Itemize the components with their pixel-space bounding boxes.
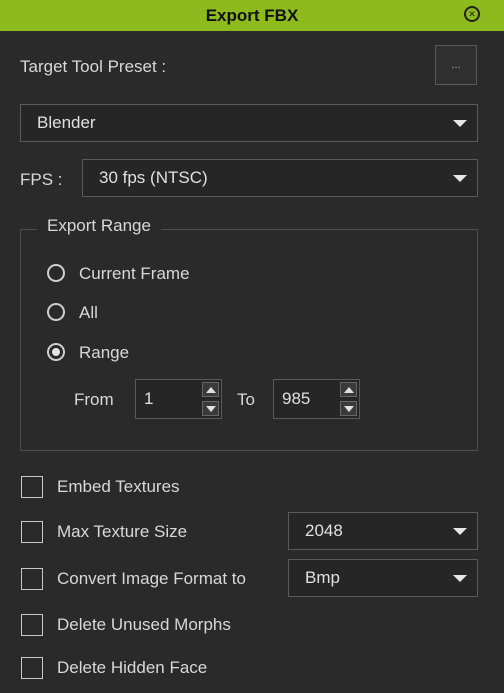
- fps-dropdown[interactable]: 30 fps (NTSC): [82, 159, 478, 197]
- from-label: From: [74, 390, 114, 409]
- to-decrement-button[interactable]: [340, 401, 357, 416]
- max-texture-size-dropdown[interactable]: 2048: [288, 512, 478, 550]
- to-label: To: [237, 390, 255, 409]
- radio-current-frame[interactable]: [47, 264, 65, 282]
- max-texture-size-value: 2048: [305, 521, 343, 540]
- max-texture-size-label: Max Texture Size: [57, 522, 188, 541]
- close-icon[interactable]: ✕: [464, 6, 480, 22]
- radio-range-label: Range: [79, 343, 130, 362]
- from-spinbox[interactable]: 1: [135, 379, 222, 419]
- radio-current-frame-label: Current Frame: [79, 264, 190, 283]
- image-format-value: Bmp: [305, 568, 340, 587]
- embed-textures-label: Embed Textures: [57, 477, 180, 496]
- to-spin-buttons: [338, 380, 359, 418]
- to-increment-button[interactable]: [340, 382, 357, 397]
- chevron-down-icon: [453, 574, 467, 582]
- preset-dropdown-value: Blender: [37, 113, 96, 132]
- fps-dropdown-value: 30 fps (NTSC): [99, 168, 208, 187]
- delete-unused-morphs-label: Delete Unused Morphs: [57, 615, 231, 634]
- chevron-down-icon: [453, 119, 467, 127]
- convert-image-format-checkbox[interactable]: [21, 568, 43, 590]
- preset-dropdown[interactable]: Blender: [20, 104, 478, 142]
- image-format-dropdown[interactable]: Bmp: [288, 559, 478, 597]
- from-value: 1: [144, 389, 154, 408]
- embed-textures-checkbox[interactable]: [21, 476, 43, 498]
- from-spin-buttons: [200, 380, 221, 418]
- convert-image-format-label: Convert Image Format to: [57, 569, 246, 588]
- radio-range[interactable]: [47, 343, 65, 361]
- window-title: Export FBX: [205, 5, 299, 25]
- fps-label: FPS :: [20, 170, 63, 189]
- delete-hidden-face-checkbox[interactable]: [21, 657, 43, 679]
- delete-hidden-face-label: Delete Hidden Face: [57, 658, 208, 677]
- export-range-title: Export Range: [37, 216, 161, 236]
- title-bar: Export FBX ✕: [0, 0, 504, 31]
- arrow-down-icon: [205, 405, 216, 412]
- chevron-down-icon: [453, 527, 467, 535]
- chevron-down-icon: [453, 174, 467, 182]
- preset-browse-button[interactable]: ...: [435, 45, 477, 85]
- arrow-up-icon: [343, 386, 354, 393]
- arrow-up-icon: [205, 386, 216, 393]
- arrow-down-icon: [343, 405, 354, 412]
- from-increment-button[interactable]: [202, 382, 219, 397]
- max-texture-size-checkbox[interactable]: [21, 521, 43, 543]
- target-preset-label: Target Tool Preset :: [20, 57, 167, 76]
- to-spinbox[interactable]: 985: [273, 379, 360, 419]
- to-value: 985: [282, 389, 311, 408]
- delete-unused-morphs-checkbox[interactable]: [21, 614, 43, 636]
- radio-all-label: All: [79, 303, 98, 322]
- radio-all[interactable]: [47, 303, 65, 321]
- from-decrement-button[interactable]: [202, 401, 219, 416]
- export-range-group: [20, 229, 478, 451]
